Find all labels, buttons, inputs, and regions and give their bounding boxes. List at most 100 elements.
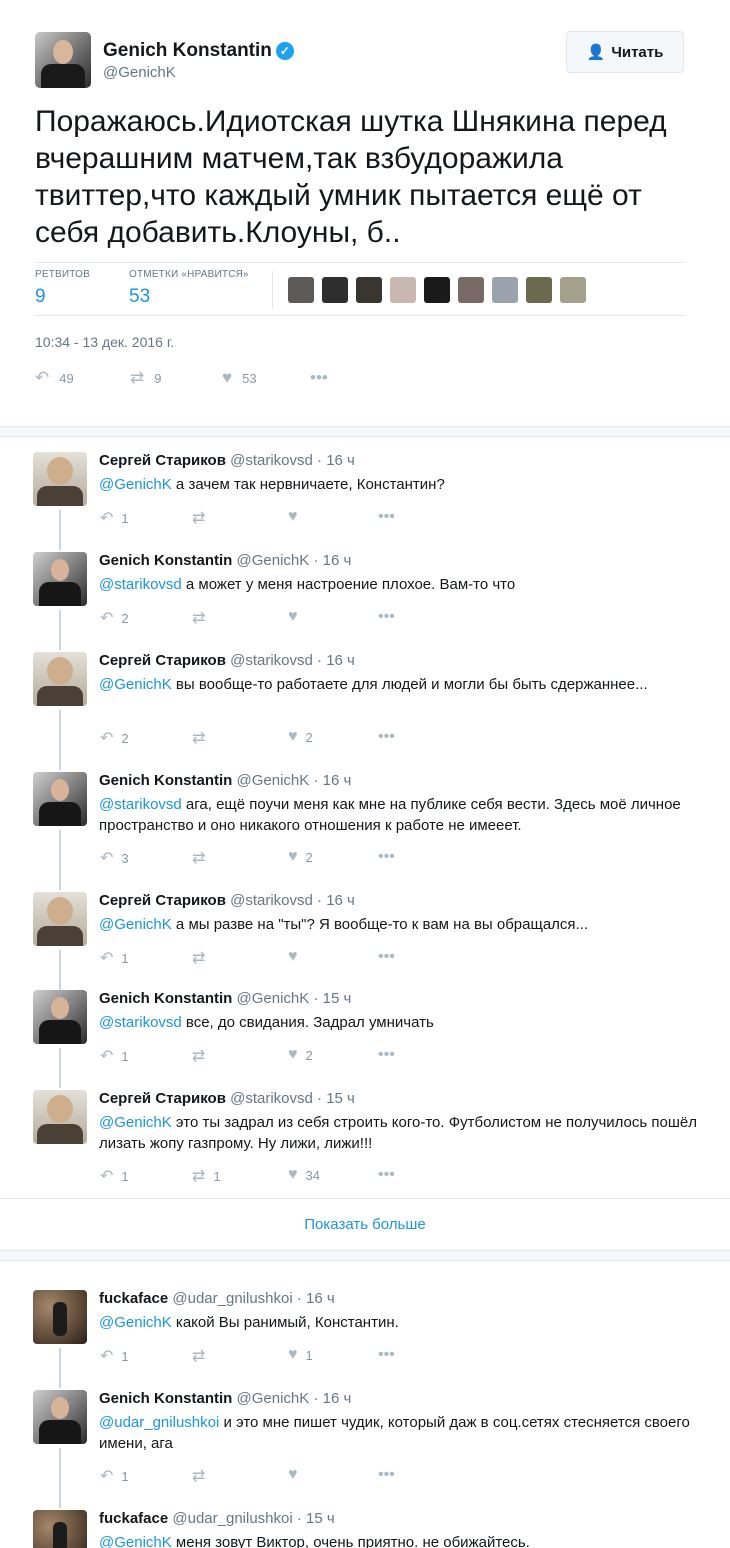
reply-mention[interactable]: @starikovsd [99,1014,182,1031]
more-button[interactable]: ••• [378,848,395,866]
reply-mention[interactable]: @GenichK [99,476,172,493]
like-button[interactable]: ♥ [288,508,306,526]
reply-avatar[interactable] [33,1290,87,1344]
reply-button[interactable]: ↶ 1 [100,1346,129,1366]
reply-mention[interactable]: @GenichK [99,916,172,933]
reply-mention[interactable]: @udar_gnilushkoi [99,1414,219,1431]
reply-time[interactable]: 15 ч [326,1090,355,1107]
reply-time[interactable]: 16 ч [326,452,355,469]
retweet-button[interactable]: ⇄ [192,848,213,868]
retweet-button[interactable]: ⇄ 9 [130,368,222,388]
reply-time[interactable]: 16 ч [326,892,355,909]
liker-avatar[interactable] [356,277,382,303]
reply-mention[interactable]: @starikovsd [99,576,182,593]
reply-author-name[interactable]: Genich Konstantin [99,990,232,1007]
author-name-row[interactable]: Genich Konstantin ✓ [103,40,294,62]
liker-avatar[interactable] [560,277,586,303]
reply-author-name[interactable]: Сергей Стариков [99,1090,226,1107]
liker-avatar[interactable] [390,277,416,303]
reply-author-name[interactable]: Сергей Стариков [99,892,226,909]
show-more-button[interactable]: Показать больше [0,1198,730,1250]
like-button[interactable]: ♥ 1 [288,1346,313,1364]
reply-time[interactable]: 16 ч [306,1290,335,1307]
reply-button[interactable]: ↶ 2 [100,728,129,748]
liker-avatar[interactable] [322,277,348,303]
more-button[interactable]: ••• [378,1346,395,1364]
retweet-button[interactable]: ⇄ [192,608,213,628]
reply-button[interactable]: ↶ 1 [100,508,129,528]
reply-avatar[interactable] [33,1090,87,1144]
reply-author-handle[interactable]: @starikovsd [230,652,313,669]
retweets-stat[interactable]: РЕТВИТОВ 9 [35,269,90,308]
reply-author-handle[interactable]: @GenichK [237,552,310,569]
likes-stat[interactable]: ОТМЕТКИ «НРАВИТСЯ» 53 [129,269,249,308]
reply-button[interactable]: ↶ 2 [100,608,129,628]
reply-author-name[interactable]: Сергей Стариков [99,452,226,469]
more-button[interactable]: ••• [378,1046,395,1064]
reply-author-name[interactable]: fuckaface [99,1510,168,1527]
reply-author-handle[interactable]: @starikovsd [230,1090,313,1107]
reply-author-handle[interactable]: @starikovsd [230,452,313,469]
retweet-button[interactable]: ⇄ [192,508,213,528]
reply-mention[interactable]: @GenichK [99,676,172,693]
like-button[interactable]: ♥ 53 [222,368,310,388]
like-button[interactable]: ♥ [288,1466,306,1484]
reply-time[interactable]: 16 ч [323,1390,352,1407]
author-name[interactable]: Genich Konstantin [103,40,272,62]
reply-avatar[interactable] [33,892,87,946]
reply-author-name[interactable]: Genich Konstantin [99,1390,232,1407]
reply-author-handle[interactable]: @udar_gnilushkoi [172,1290,292,1307]
reply-time[interactable]: 16 ч [323,772,352,789]
more-button[interactable]: ••• [310,368,328,388]
retweet-button[interactable]: ⇄ [192,1346,213,1366]
reply-avatar[interactable] [33,1390,87,1444]
tweet-timestamp[interactable]: 10:34 - 13 дек. 2016 г. [35,334,174,350]
more-button[interactable]: ••• [378,948,395,966]
retweet-button[interactable]: ⇄ [192,1466,213,1486]
author-avatar[interactable] [35,32,91,88]
like-button[interactable]: ♥ 2 [288,1046,313,1064]
reply-author-handle[interactable]: @starikovsd [230,892,313,909]
reply-author-name[interactable]: Сергей Стариков [99,652,226,669]
retweet-button[interactable]: ⇄ [192,1046,213,1066]
reply-time[interactable]: 15 ч [306,1510,335,1527]
reply-avatar[interactable] [33,552,87,606]
reply-avatar[interactable] [33,990,87,1044]
reply-avatar[interactable] [33,452,87,506]
more-button[interactable]: ••• [378,1166,395,1184]
more-button[interactable]: ••• [378,1466,395,1484]
retweet-button[interactable]: ⇄ 1 [192,1166,221,1186]
follow-button[interactable]: 👤 Читать [566,31,684,73]
liker-avatar[interactable] [288,277,314,303]
liker-avatar[interactable] [458,277,484,303]
reply-author-name[interactable]: Genich Konstantin [99,772,232,789]
author-handle[interactable]: @GenichK [103,64,176,81]
like-button[interactable]: ♥ 2 [288,728,313,746]
reply-button[interactable]: ↶ 3 [100,848,129,868]
reply-mention[interactable]: @GenichK [99,1314,172,1331]
like-button[interactable]: ♥ 2 [288,848,313,866]
more-button[interactable]: ••• [378,608,395,626]
reply-author-handle[interactable]: @GenichK [237,990,310,1007]
more-button[interactable]: ••• [378,728,395,746]
reply-avatar[interactable] [33,1510,87,1548]
reply-avatar[interactable] [33,772,87,826]
reply-mention[interactable]: @GenichK [99,1114,172,1131]
reply-time[interactable]: 15 ч [323,990,352,1007]
like-button[interactable]: ♥ [288,948,306,966]
more-button[interactable]: ••• [378,508,395,526]
liker-avatar[interactable] [526,277,552,303]
reply-button[interactable]: ↶ 1 [100,948,129,968]
reply-avatar[interactable] [33,652,87,706]
reply-author-handle[interactable]: @GenichK [237,1390,310,1407]
reply-author-name[interactable]: fuckaface [99,1290,168,1307]
reply-button[interactable]: ↶ 49 [35,368,130,388]
reply-mention[interactable]: @starikovsd [99,796,182,813]
reply-button[interactable]: ↶ 1 [100,1046,129,1066]
reply-time[interactable]: 16 ч [326,652,355,669]
reply-button[interactable]: ↶ 1 [100,1466,129,1486]
liker-avatar[interactable] [424,277,450,303]
reply-author-handle[interactable]: @GenichK [237,772,310,789]
retweet-button[interactable]: ⇄ [192,948,213,968]
reply-author-handle[interactable]: @udar_gnilushkoi [172,1510,292,1527]
